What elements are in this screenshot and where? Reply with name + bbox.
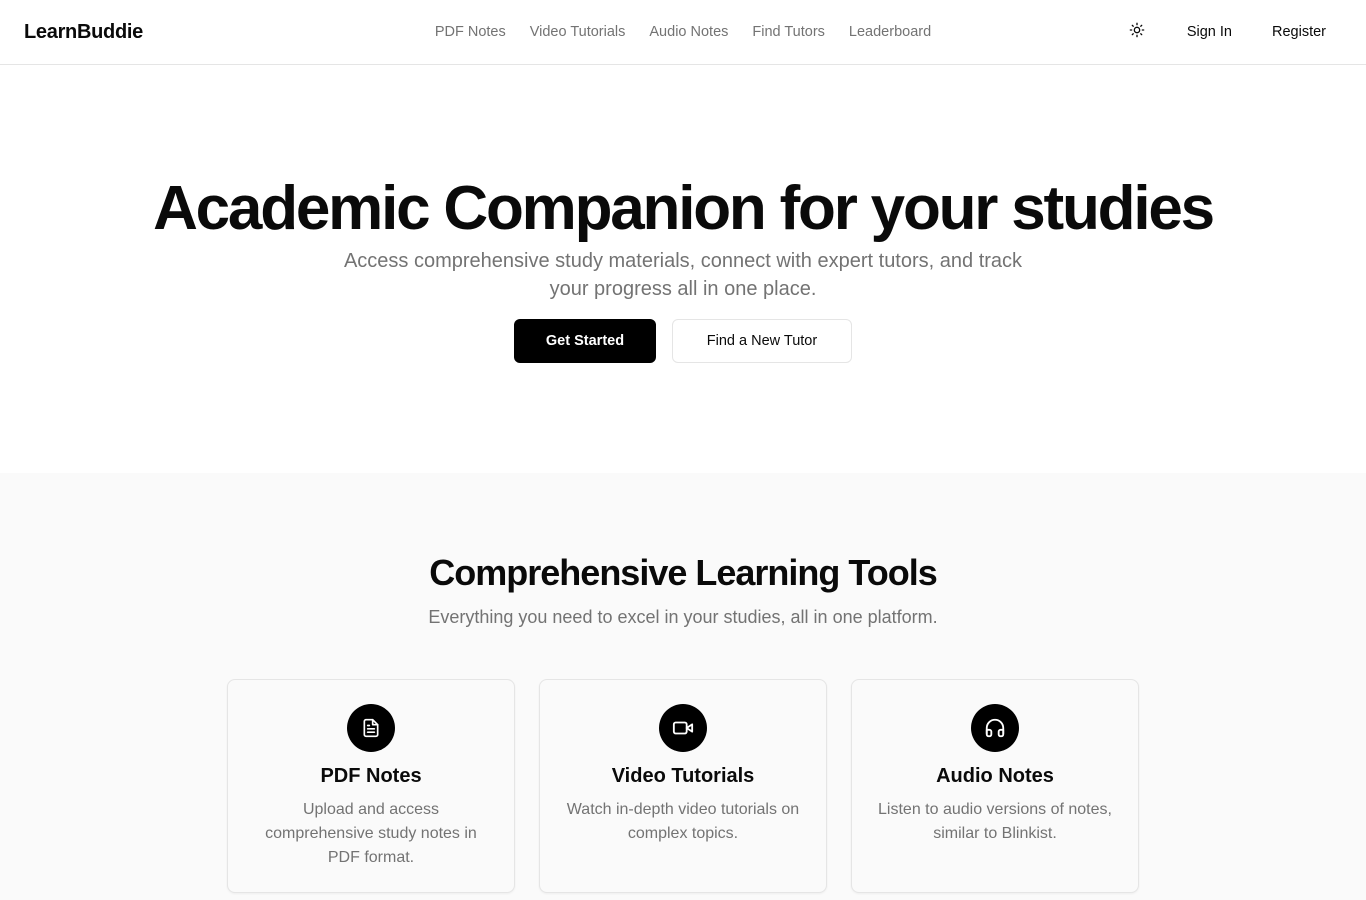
header-actions: Sign In Register (1119, 14, 1342, 50)
get-started-button[interactable]: Get Started (514, 319, 656, 363)
sun-icon (1129, 22, 1145, 43)
feature-card-audio-notes[interactable]: Audio Notes Listen to audio versions of … (851, 679, 1139, 893)
video-camera-icon (659, 704, 707, 752)
hero-title: Academic Companion for your studies (153, 174, 1215, 243)
card-description: Watch in-depth video tutorials on comple… (566, 801, 800, 842)
features-section: Comprehensive Learning Tools Everything … (0, 473, 1366, 900)
card-title: Video Tutorials (611, 765, 755, 787)
file-text-icon (347, 704, 395, 752)
hero-section: Academic Companion for your studies Acce… (0, 65, 1366, 473)
sign-in-button[interactable]: Sign In (1171, 16, 1248, 48)
card-description: Upload and access comprehensive study no… (265, 801, 477, 866)
card-description: Listen to audio versions of notes, simil… (878, 801, 1112, 842)
hero-actions: Get Started Find a New Tutor (0, 319, 1366, 363)
nav-link-audio-notes[interactable]: Audio Notes (649, 24, 728, 40)
nav-link-pdf-notes[interactable]: PDF Notes (435, 24, 506, 40)
site-header: LearnBuddie PDF Notes Video Tutorials Au… (0, 0, 1366, 65)
card-title: Audio Notes (936, 765, 1054, 787)
feature-cards: PDF Notes Upload and access comprehensiv… (0, 679, 1366, 893)
register-button[interactable]: Register (1256, 16, 1342, 48)
hero-subtitle: Access comprehensive study materials, co… (343, 250, 1023, 300)
nav-link-video-tutorials[interactable]: Video Tutorials (530, 24, 626, 40)
nav-link-leaderboard[interactable]: Leaderboard (849, 24, 931, 40)
feature-card-video-tutorials[interactable]: Video Tutorials Watch in-depth video tut… (539, 679, 827, 893)
features-title: Comprehensive Learning Tools (429, 552, 937, 593)
theme-toggle-button[interactable] (1119, 14, 1155, 50)
nav-link-find-tutors[interactable]: Find Tutors (752, 24, 825, 40)
headphones-icon (971, 704, 1019, 752)
find-tutor-button[interactable]: Find a New Tutor (672, 319, 852, 363)
feature-card-pdf-notes[interactable]: PDF Notes Upload and access comprehensiv… (227, 679, 515, 893)
features-subtitle: Everything you need to excel in your stu… (428, 607, 938, 627)
card-title: PDF Notes (320, 765, 422, 787)
logo[interactable]: LearnBuddie (24, 21, 143, 44)
